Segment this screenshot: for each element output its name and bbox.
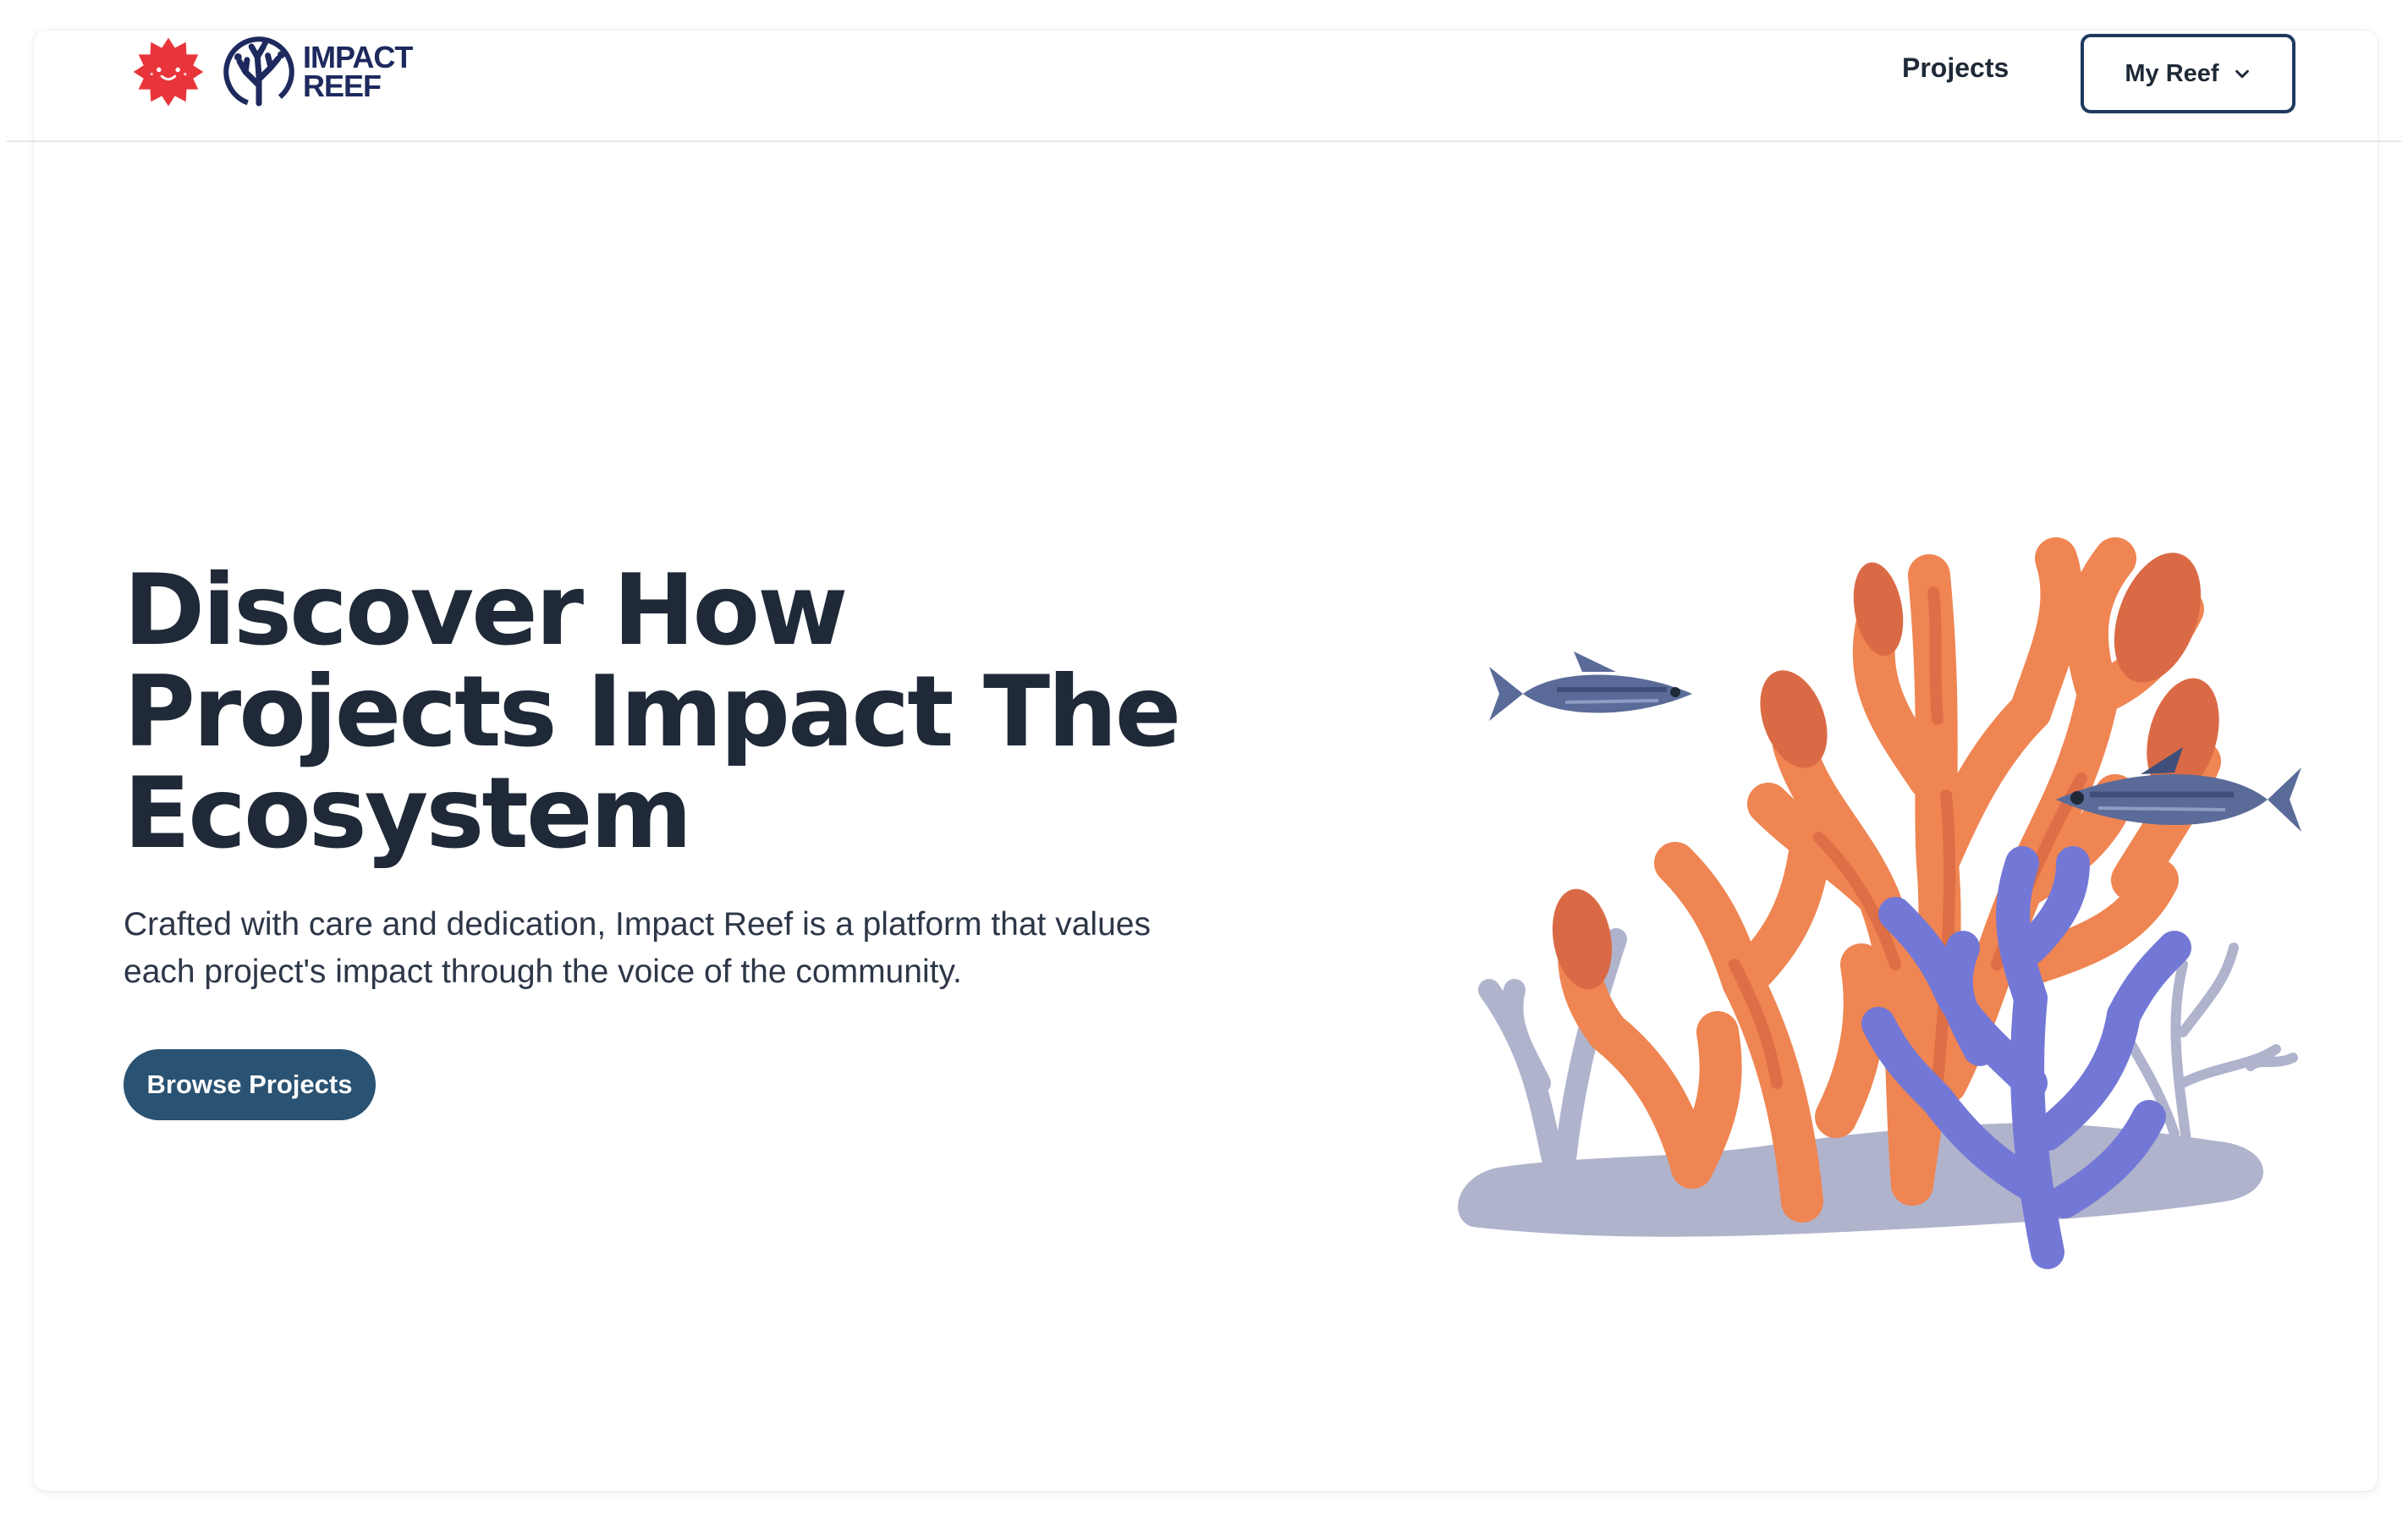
hero-subtitle-line-2: each project's impact through the voice …	[124, 954, 962, 990]
sun-badge-icon	[133, 37, 204, 107]
coral-logo-icon	[223, 36, 294, 107]
brand-line-2: REEF	[303, 69, 382, 103]
brand-logo: IMPACT REEF	[222, 34, 413, 110]
my-reef-dropdown[interactable]: My Reef	[2081, 34, 2295, 113]
coral-reef-illustration	[1458, 537, 2301, 1269]
top-navbar: IMPACT REEF Projects My Reef	[7, 0, 2401, 142]
fish-left	[1489, 652, 1692, 721]
hero-subtitle-line-1: Crafted with care and dedication, Impact…	[124, 906, 1151, 943]
brand-line-1: IMPACT	[303, 40, 413, 74]
hero-title: Discover How Projects Impact The Ecosyst…	[124, 560, 1393, 865]
brand-wordmark: IMPACT REEF	[303, 40, 413, 103]
my-reef-label: My Reef	[2125, 59, 2219, 87]
hero-title-line-1: Discover How	[124, 553, 848, 668]
hero-subtitle: Crafted with care and dedication, Impact…	[124, 901, 1325, 996]
browse-projects-button[interactable]: Browse Projects	[124, 1049, 376, 1120]
logo-group[interactable]: IMPACT REEF	[132, 34, 413, 110]
chevron-down-icon	[2235, 69, 2249, 79]
hero-title-line-2: Projects Impact The	[124, 655, 1181, 769]
hero-title-line-3: Ecosystem	[124, 756, 692, 871]
nav-projects-link[interactable]: Projects	[1902, 52, 2009, 84]
